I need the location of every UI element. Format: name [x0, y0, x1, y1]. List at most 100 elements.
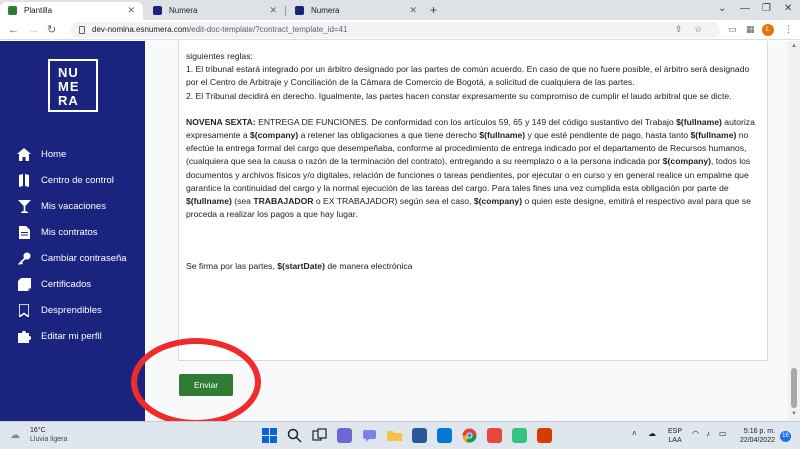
doc-signature-line: Se firma por las partes, $(startDate) de… [186, 260, 760, 273]
clipped-line [186, 41, 760, 50]
forward-icon[interactable]: → [28, 23, 39, 37]
logo-line-2: ME [58, 79, 80, 94]
clause-title: ENTREGA DE FUNCIONES [255, 116, 367, 127]
show-hidden-icons[interactable]: ˄ [632, 429, 637, 438]
var-fullname: $(fullname) [186, 196, 232, 207]
clause-text-4: a retener las obligaciones a que tiene d… [298, 130, 480, 141]
menu-kebab-icon[interactable]: ⋮ [784, 24, 793, 35]
scroll-up-icon[interactable]: ▲ [791, 43, 797, 49]
sidebar: NU ME RA Home Centro de control Mis vaca… [0, 41, 145, 421]
page-scrollbar[interactable]: ▲ ▼ [788, 41, 800, 421]
weather-temp: 16°C [30, 427, 46, 434]
close-tab-icon[interactable]: ✕ [127, 2, 135, 19]
sidebar-item-home[interactable]: Home [16, 146, 66, 162]
back-icon[interactable]: ← [8, 23, 19, 37]
task-view-icon[interactable] [312, 428, 327, 443]
url-path: /edit-doc-template/?contract_template_id… [188, 25, 348, 34]
sidebar-item-editar-mi-perfil[interactable]: Editar mi perfil [16, 328, 102, 344]
widgets-icon[interactable] [337, 428, 352, 443]
url-text[interactable]: dev-nomina.esnumera.com/edit-doc-templat… [92, 25, 347, 35]
document-text[interactable]: siguientes reglas: 1. El tribunal estará… [186, 41, 760, 274]
volume-icon[interactable]: ♪ [706, 429, 710, 438]
word-icon[interactable] [412, 428, 427, 443]
bookmark-star-icon[interactable]: ☆ [694, 24, 702, 35]
reload-icon[interactable]: ↻ [47, 23, 56, 37]
signature-tail: de manera electrónica [325, 261, 413, 272]
file-explorer-icon[interactable] [387, 428, 402, 443]
scrollbar-thumb[interactable] [791, 368, 797, 408]
tab-title: Plantilla [24, 6, 53, 15]
edge-icon[interactable] [437, 428, 452, 443]
lock-icon [79, 26, 85, 34]
sidebar-item-centro-de-control[interactable]: Centro de control [16, 172, 114, 188]
var-company: $(company) [250, 130, 299, 141]
excel-icon[interactable] [512, 428, 527, 443]
sidepanel-icon[interactable]: ▭ [728, 24, 737, 35]
battery-icon[interactable]: ▭ [719, 429, 727, 438]
search-icon[interactable] [287, 428, 302, 443]
new-tab-button[interactable]: + [430, 2, 437, 18]
var-fullname: $(fullname) [676, 116, 722, 127]
extensions-icon[interactable]: ▦ [746, 24, 755, 35]
chrome-icon[interactable] [462, 428, 477, 443]
numera-logo: NU ME RA [48, 59, 98, 112]
cocktail-icon [16, 199, 32, 213]
office-icon[interactable] [487, 428, 502, 443]
var-fullname: $(fullname) [690, 130, 737, 141]
sidebar-item-label: Mis contratos [41, 226, 98, 238]
sidebar-item-desprendibles[interactable]: Desprendibles [16, 302, 102, 318]
document-editor[interactable]: siguientes reglas: 1. El tribunal estará… [178, 41, 768, 361]
clock-time: 5:16 p. m. [743, 428, 775, 435]
sidebar-item-label: Mis vacaciones [41, 200, 106, 212]
tab-favicon-icon [8, 6, 17, 15]
clause-text-5: y que esté pendiente de pago, hasta tant… [525, 130, 691, 141]
tab-numera-2[interactable]: Numera ✕ [287, 2, 425, 20]
tab-plantilla[interactable]: Plantilla ✕ [0, 2, 143, 20]
language-indicator[interactable]: ESP LAA [668, 427, 682, 445]
system-clock[interactable]: 5:16 p. m. 22/04/2022 [733, 427, 775, 445]
sidebar-item-cambiar-contrasena[interactable]: Cambiar contraseña [16, 250, 127, 266]
doc-clause-novena-sexta: NOVENA SEXTA: ENTREGA DE FUNCIONES. De c… [186, 116, 760, 222]
url-host: dev-nomina.esnumera.com [92, 25, 189, 34]
doc-rule-2: 2. El Tribunal decidirá en derecho. Igua… [186, 90, 732, 101]
close-tab-icon[interactable]: ✕ [409, 2, 417, 19]
weather-condition: Lluvia ligera [30, 436, 68, 443]
keyboard-layout: LAA [668, 437, 682, 444]
scroll-down-icon[interactable]: ▼ [791, 411, 797, 417]
share-icon[interactable]: ⇪ [675, 24, 683, 35]
clock-date: 22/04/2022 [739, 437, 775, 444]
document-icon [16, 225, 32, 239]
sidebar-item-label: Editar mi perfil [41, 330, 102, 342]
notification-badge[interactable]: 16 [780, 431, 791, 442]
close-window-icon[interactable]: ✕ [784, 3, 792, 14]
certificate-icon [16, 277, 32, 291]
tab-search-icon[interactable]: ⌄ [718, 3, 726, 14]
sidebar-item-mis-contratos[interactable]: Mis contratos [16, 224, 98, 240]
minimize-icon[interactable]: — [740, 3, 750, 14]
tab-numera-1[interactable]: Numera ✕ [145, 2, 285, 20]
tab-separator [285, 6, 286, 16]
var-company: $(company) [473, 196, 523, 207]
wps-icon[interactable] [537, 428, 552, 443]
sidebar-item-mis-vacaciones[interactable]: Mis vacaciones [16, 198, 106, 214]
wifi-icon[interactable]: ◠ [692, 429, 699, 438]
maximize-icon[interactable]: ❐ [762, 3, 771, 14]
var-start-date: $(startDate) [277, 261, 325, 272]
cloud-sync-icon[interactable]: ☁ [648, 429, 656, 438]
close-tab-icon[interactable]: ✕ [269, 2, 277, 19]
sidebar-item-label: Home [41, 148, 67, 160]
windows-start-icon[interactable] [262, 428, 277, 443]
address-bar[interactable]: dev-nomina.esnumera.com/edit-doc-templat… [70, 22, 720, 38]
teams-chat-icon[interactable] [362, 428, 377, 443]
tab-title: Numera [311, 6, 340, 15]
doc-rules-intro: siguientes reglas: [186, 51, 253, 61]
sidebar-item-certificados[interactable]: Certificados [16, 276, 91, 292]
tab-favicon-icon [153, 6, 162, 15]
sidebar-item-label: Centro de control [41, 174, 114, 186]
profile-avatar[interactable]: L [762, 24, 774, 36]
browser-tab-strip: Plantilla ✕ Numera ✕ Numera ✕ + ⌄ — ❐ ✕ [0, 0, 800, 20]
